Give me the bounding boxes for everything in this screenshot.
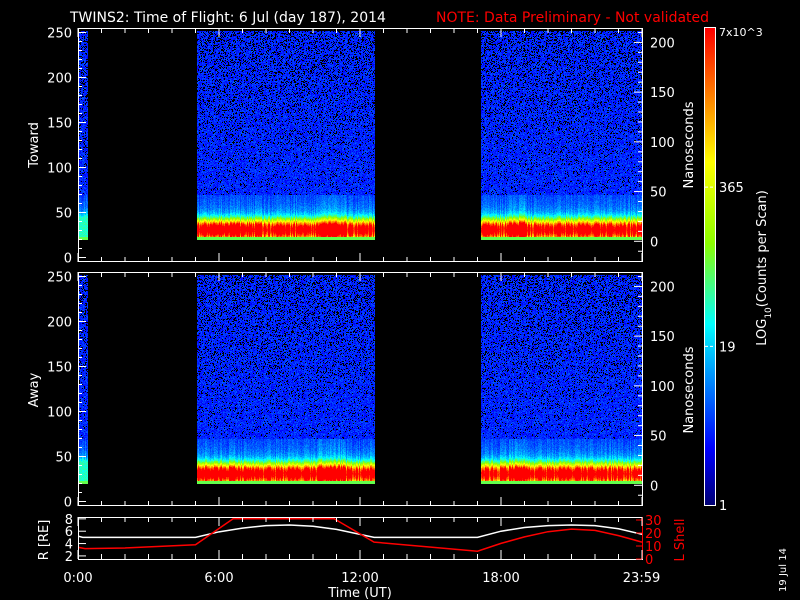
y2-tick-label: 50 xyxy=(650,186,667,201)
y-tick-label: 50 xyxy=(55,207,72,222)
toward-ylabel: Toward xyxy=(27,122,42,169)
y-tick-label: 250 xyxy=(47,27,72,42)
colorbar-frame xyxy=(704,27,716,506)
lshell-tick-label: 30 xyxy=(645,514,662,529)
chart-overlay: TWINS2: Time of Flight: 6 Jul (day 187),… xyxy=(27,10,789,600)
colorbar-tick-label: 19 xyxy=(719,340,736,355)
y-tick-label: 200 xyxy=(47,316,72,331)
colorbar-tick-label: 365 xyxy=(719,181,744,196)
preliminary-note: NOTE: Data Preliminary - Not validated xyxy=(436,10,709,26)
y-tick-label: 100 xyxy=(47,162,72,177)
away-frame xyxy=(78,272,643,506)
lshell-tick-label: 10 xyxy=(645,540,662,555)
r-tick-label: 8 xyxy=(65,513,73,528)
y2-tick-label: 0 xyxy=(650,235,658,250)
y-tick-label: 200 xyxy=(47,72,72,87)
y2-tick-label: 150 xyxy=(650,86,675,101)
y-tick-label: 250 xyxy=(47,271,72,286)
x-tick-label: 6:00 xyxy=(204,571,233,586)
lshell-tick-label: 0 xyxy=(645,553,653,568)
y2-tick-label: 200 xyxy=(650,280,675,295)
colorbar-max-label: 7x10^3 xyxy=(719,26,763,39)
lshell-tick-label: 20 xyxy=(645,527,662,542)
y-tick-label: 0 xyxy=(64,496,72,511)
y-tick-label: 0 xyxy=(64,252,72,267)
x-tick-label: 12:00 xyxy=(341,571,378,586)
y-tick-label: 150 xyxy=(47,117,72,132)
y2-tick-label: 0 xyxy=(650,479,658,494)
y2-tick-label: 100 xyxy=(650,136,675,151)
orbit-y2label: L Shell xyxy=(673,518,688,561)
toward-y2label: Nanoseconds xyxy=(682,101,697,188)
x-tick-label: 0:00 xyxy=(63,571,92,586)
y-tick-label: 50 xyxy=(55,451,72,466)
toward-frame xyxy=(78,28,643,262)
colorbar-tick-label: 1 xyxy=(719,499,727,514)
y2-tick-label: 50 xyxy=(650,430,667,445)
x-tick-label: 18:00 xyxy=(482,571,519,586)
footer-date: 19 Jul 14 xyxy=(778,548,789,592)
x-tick-label: 23:59 xyxy=(623,571,660,586)
y-tick-label: 150 xyxy=(47,361,72,376)
away-y2label: Nanoseconds xyxy=(682,346,697,433)
chart-title: TWINS2: Time of Flight: 6 Jul (day 187),… xyxy=(69,10,386,26)
away-ylabel: Away xyxy=(27,372,42,407)
x-axis-label: Time (UT) xyxy=(327,586,392,600)
orbit-ylabel: R [RE] xyxy=(37,520,52,561)
y2-tick-label: 100 xyxy=(650,380,675,395)
y-tick-label: 100 xyxy=(47,406,72,421)
y2-tick-label: 200 xyxy=(650,36,675,51)
colorbar-label: LOG10(Counts per Scan) xyxy=(755,190,774,346)
y2-tick-label: 150 xyxy=(650,330,675,345)
